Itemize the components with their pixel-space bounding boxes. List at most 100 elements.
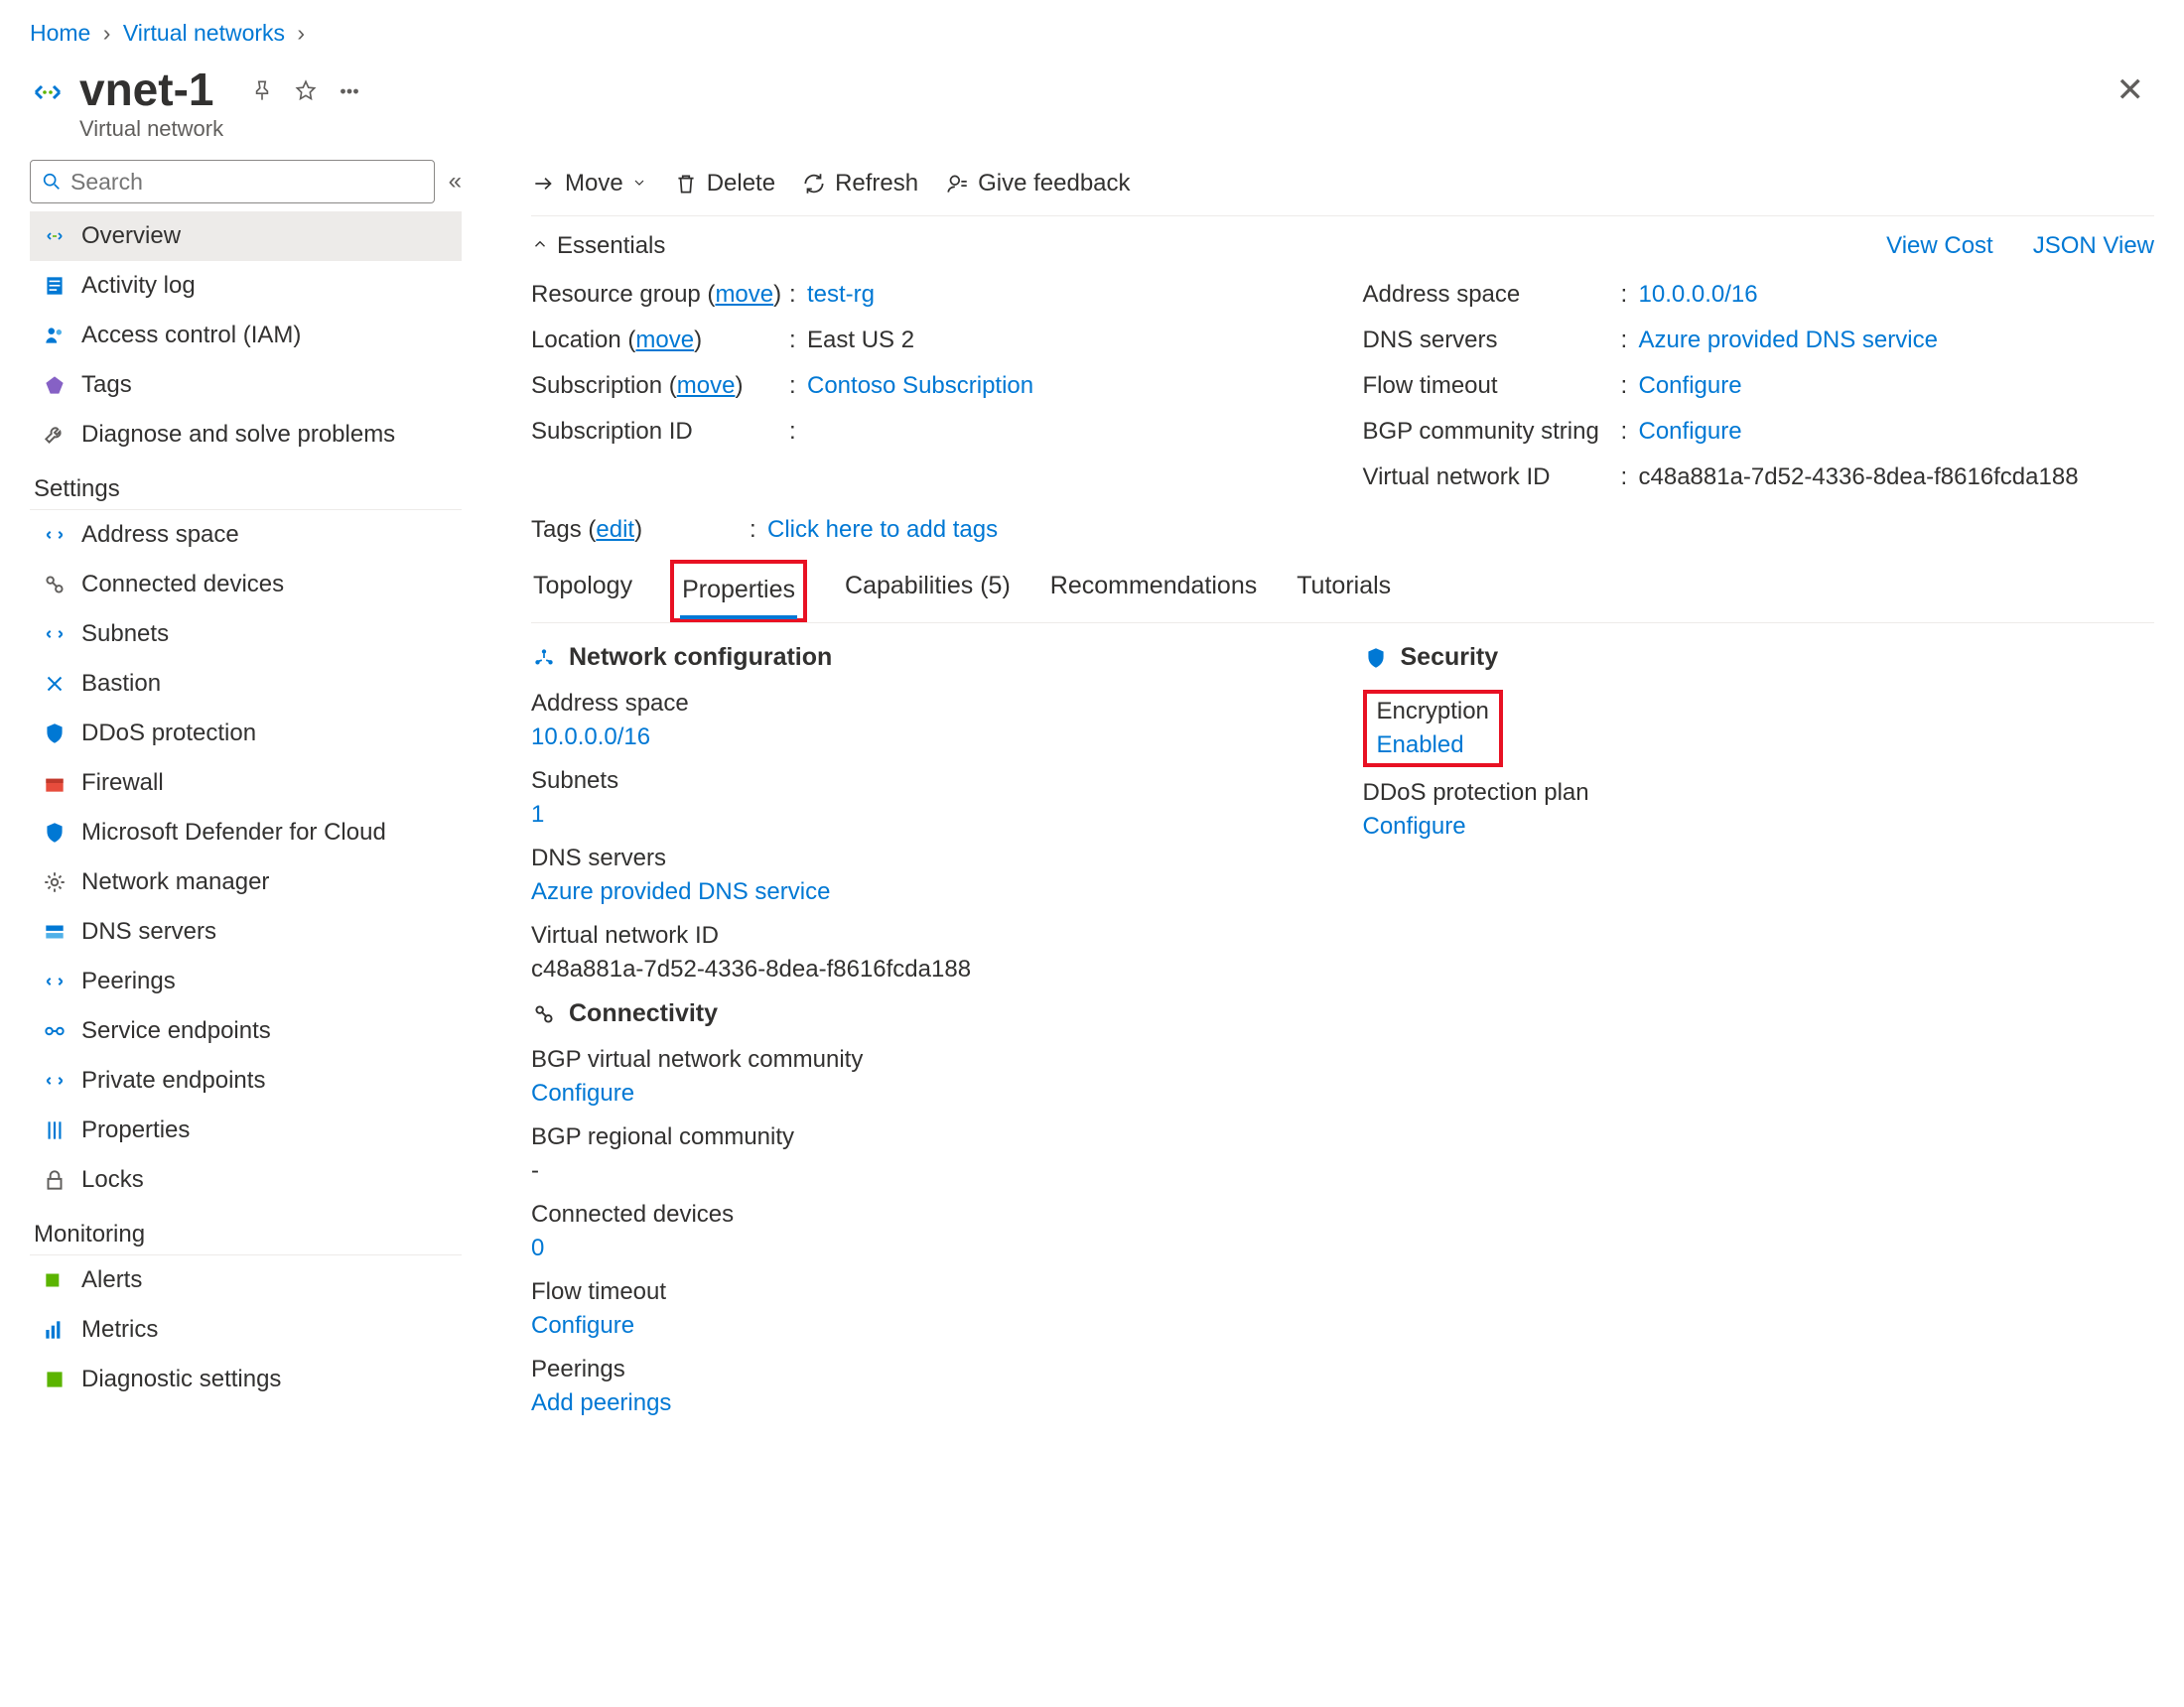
nav-overview[interactable]: Overview xyxy=(30,211,462,261)
net-addr-value[interactable]: 10.0.0.0/16 xyxy=(531,723,1323,751)
view-cost-link[interactable]: View Cost xyxy=(1886,232,1993,260)
nav-alerts[interactable]: Alerts xyxy=(30,1255,462,1305)
nav-network-manager[interactable]: Network manager xyxy=(30,857,462,907)
conn-flow-label: Flow timeout xyxy=(531,1278,1323,1306)
nav-tags[interactable]: Tags xyxy=(30,360,462,410)
properties-icon xyxy=(42,1117,68,1143)
conn-bgpv-value[interactable]: Configure xyxy=(531,1080,1323,1108)
nav-service-endpoints[interactable]: Service endpoints xyxy=(30,1006,462,1056)
nav-metrics[interactable]: Metrics xyxy=(30,1305,462,1355)
net-dns-label: DNS servers xyxy=(531,845,1323,872)
more-icon[interactable] xyxy=(337,78,362,107)
nav-peerings[interactable]: Peerings xyxy=(30,957,462,1006)
nav-subnets[interactable]: Subnets xyxy=(30,609,462,659)
nav-defender[interactable]: Microsoft Defender for Cloud xyxy=(30,808,462,857)
lock-icon xyxy=(42,1167,68,1193)
nav-locks[interactable]: Locks xyxy=(30,1155,462,1205)
nav-properties[interactable]: Properties xyxy=(30,1106,462,1155)
loc-move-link[interactable]: move xyxy=(635,327,694,353)
rg-value-link[interactable]: test-rg xyxy=(807,281,875,308)
nav-address-space[interactable]: Address space xyxy=(30,510,462,560)
flow-configure-link[interactable]: Configure xyxy=(1639,372,1742,399)
peerings-icon xyxy=(42,969,68,994)
tab-tutorials[interactable]: Tutorials xyxy=(1295,560,1393,622)
nav-diagnose[interactable]: Diagnose and solve problems xyxy=(30,410,462,460)
endpoints-icon xyxy=(42,1018,68,1044)
sub-move-link[interactable]: move xyxy=(677,372,736,399)
collapse-icon[interactable]: « xyxy=(449,168,462,196)
nav-iam[interactable]: Access control (IAM) xyxy=(30,311,462,360)
net-config-header: Network configuration xyxy=(531,643,1323,672)
cmd-move[interactable]: Move xyxy=(531,170,647,197)
people-icon xyxy=(42,323,68,348)
cmd-refresh[interactable]: Refresh xyxy=(801,170,918,197)
search-input[interactable] xyxy=(70,169,424,196)
tags-edit-link[interactable]: edit xyxy=(596,516,634,543)
dns-value-link[interactable]: Azure provided DNS service xyxy=(1639,327,1938,353)
rg-move-link[interactable]: move xyxy=(715,281,773,308)
nav-diagnostic-settings[interactable]: Diagnostic settings xyxy=(30,1355,462,1404)
chevron-up-icon[interactable] xyxy=(531,232,549,260)
security-header: Security xyxy=(1363,643,2155,672)
search-icon xyxy=(41,171,63,193)
conn-bgpr-value: - xyxy=(531,1157,1323,1185)
vnet-small-icon xyxy=(42,223,68,249)
vnet-small-icon xyxy=(42,522,68,548)
star-icon[interactable] xyxy=(293,78,319,107)
cmd-feedback[interactable]: Give feedback xyxy=(944,170,1130,197)
sec-ddos-label: DDoS protection plan xyxy=(1363,779,2155,807)
tags-add-link[interactable]: Click here to add tags xyxy=(767,516,998,543)
loc-value: East US 2 xyxy=(807,318,914,363)
metrics-icon xyxy=(42,1317,68,1343)
tag-icon xyxy=(42,372,68,398)
vnid-value: c48a881a-7d52-4336-8dea-f8616fcda188 xyxy=(1639,455,2079,500)
tab-recommendations[interactable]: Recommendations xyxy=(1048,560,1259,622)
sec-enc-value[interactable]: Enabled xyxy=(1377,731,1489,759)
close-icon[interactable]: ✕ xyxy=(2107,66,2155,114)
conn-bgpv-label: BGP virtual network community xyxy=(531,1046,1323,1074)
wrench-icon xyxy=(42,422,68,448)
net-subnets-value[interactable]: 1 xyxy=(531,801,1323,829)
tab-capabilities[interactable]: Capabilities (5) xyxy=(843,560,1013,622)
page-title: vnet-1 xyxy=(79,66,223,112)
bgp-configure-link[interactable]: Configure xyxy=(1639,418,1742,445)
essentials-label: Essentials xyxy=(557,232,665,260)
conn-peer-value[interactable]: Add peerings xyxy=(531,1389,1323,1417)
diagnostic-icon xyxy=(42,1367,68,1392)
chevron-down-icon xyxy=(631,170,647,197)
nav-private-endpoints[interactable]: Private endpoints xyxy=(30,1056,462,1106)
net-vnid-value: c48a881a-7d52-4336-8dea-f8616fcda188 xyxy=(531,956,1323,984)
nav-section-monitoring: Monitoring xyxy=(30,1209,462,1255)
log-icon xyxy=(42,273,68,299)
crumb-vnets[interactable]: Virtual networks xyxy=(123,20,285,46)
cmd-delete[interactable]: Delete xyxy=(673,170,775,197)
sub-value-link[interactable]: Contoso Subscription xyxy=(807,372,1033,399)
tab-properties[interactable]: Properties xyxy=(680,564,797,618)
nav-bastion[interactable]: Bastion xyxy=(30,659,462,709)
command-bar: Move Delete Refresh Give feedback xyxy=(531,160,2154,216)
breadcrumb: Home › Virtual networks › xyxy=(30,20,2154,47)
search-box[interactable] xyxy=(30,160,435,203)
nav-section-settings: Settings xyxy=(30,463,462,510)
nav-activity-log[interactable]: Activity log xyxy=(30,261,462,311)
net-vnid-label: Virtual network ID xyxy=(531,922,1323,950)
trash-icon xyxy=(673,171,699,197)
alerts-icon xyxy=(42,1267,68,1293)
json-view-link[interactable]: JSON View xyxy=(2033,232,2154,260)
connectivity-header: Connectivity xyxy=(531,999,1323,1028)
tab-topology[interactable]: Topology xyxy=(531,560,634,622)
net-subnets-label: Subnets xyxy=(531,767,1323,795)
nav-firewall[interactable]: Firewall xyxy=(30,758,462,808)
conn-dev-value[interactable]: 0 xyxy=(531,1235,1323,1262)
nav-ddos[interactable]: DDoS protection xyxy=(30,709,462,758)
pin-icon[interactable] xyxy=(249,78,275,107)
conn-peer-label: Peerings xyxy=(531,1356,1323,1383)
crumb-home[interactable]: Home xyxy=(30,20,90,46)
shield-blue-icon xyxy=(42,820,68,846)
net-dns-value[interactable]: Azure provided DNS service xyxy=(531,878,1323,906)
addr-value-link[interactable]: 10.0.0.0/16 xyxy=(1639,281,1758,308)
nav-connected-devices[interactable]: Connected devices xyxy=(30,560,462,609)
sec-ddos-value[interactable]: Configure xyxy=(1363,813,2155,841)
nav-dns-servers[interactable]: DNS servers xyxy=(30,907,462,957)
conn-flow-value[interactable]: Configure xyxy=(531,1312,1323,1340)
